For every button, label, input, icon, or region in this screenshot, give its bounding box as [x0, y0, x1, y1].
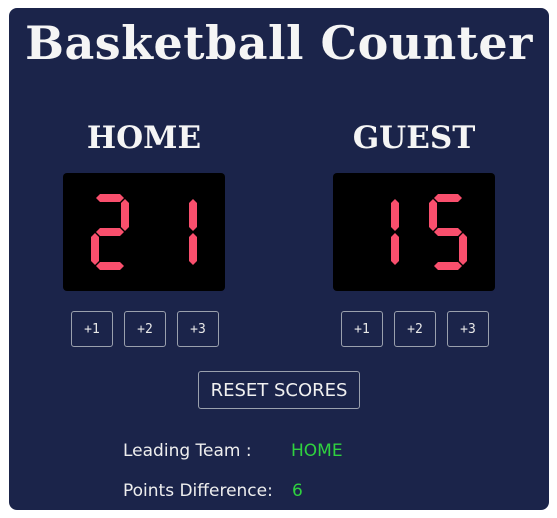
home-score-digits	[91, 194, 197, 270]
guest-score-display	[333, 173, 495, 291]
digit-segment	[91, 233, 99, 265]
home-team-name: HOME	[86, 120, 202, 156]
reset-scores-button[interactable]: RESET SCORES	[198, 371, 360, 409]
guest-add-3-button[interactable]: +3	[447, 311, 489, 347]
digit-segment	[96, 262, 124, 270]
digit-segment	[459, 233, 467, 265]
digit-segment	[121, 199, 129, 231]
digit-segment	[189, 199, 197, 231]
home-add-2-button[interactable]: +2	[124, 311, 166, 347]
digit-segment	[96, 194, 124, 202]
digit-segment	[434, 228, 462, 236]
points-difference-value: 6	[292, 481, 303, 501]
digit-segment	[391, 233, 399, 265]
digit-segment	[434, 262, 462, 270]
guest-team-name: GUEST	[352, 120, 476, 156]
leading-team-label: Leading Team :	[123, 441, 252, 461]
score-digit	[91, 194, 129, 270]
digit-segment	[96, 228, 124, 236]
score-digit	[391, 199, 399, 265]
digit-segment	[391, 199, 399, 231]
score-digit	[429, 194, 467, 270]
home-add-1-button[interactable]: +1	[71, 311, 113, 347]
home-add-3-button[interactable]: +3	[177, 311, 219, 347]
app-title: Basketball Counter	[25, 16, 533, 70]
digit-segment	[189, 233, 197, 265]
digit-segment	[434, 194, 462, 202]
guest-add-2-button[interactable]: +2	[394, 311, 436, 347]
guest-score-digits	[391, 194, 467, 270]
guest-add-1-button[interactable]: +1	[341, 311, 383, 347]
leading-team-value: HOME	[291, 441, 343, 461]
home-score-display	[63, 173, 225, 291]
points-difference-label: Points Difference:	[123, 481, 273, 501]
scoreboard-panel: Basketball Counter HOME GUEST +1 +2 +3 +…	[9, 8, 549, 510]
score-digit	[189, 199, 197, 265]
digit-segment	[429, 199, 437, 231]
